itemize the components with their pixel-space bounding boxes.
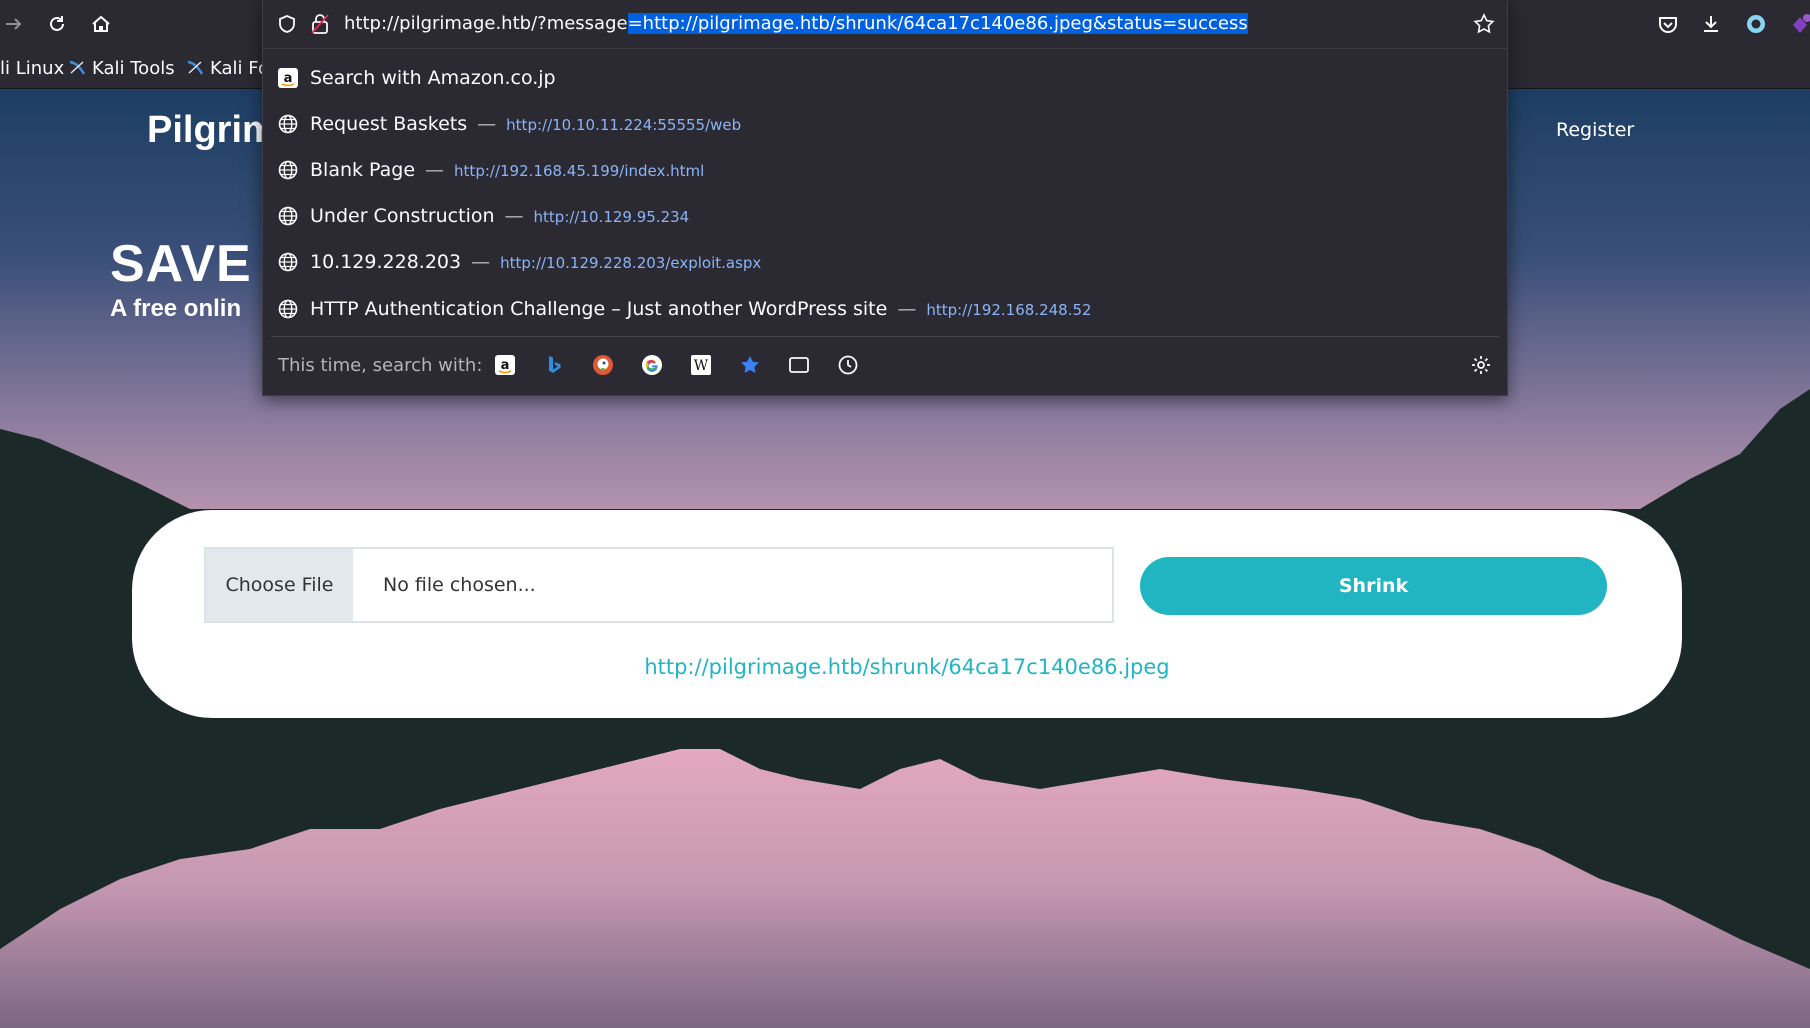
globe-icon — [277, 298, 299, 320]
amazon-icon[interactable]: a — [494, 354, 516, 376]
duckduckgo-icon[interactable] — [592, 354, 614, 376]
svg-text:W: W — [694, 358, 709, 374]
choose-file-button[interactable]: Choose File — [206, 549, 353, 621]
globe-icon — [277, 251, 299, 273]
register-link[interactable]: Register — [1556, 119, 1634, 141]
bookmark-kali-tools[interactable]: Kali Tools — [68, 57, 175, 79]
globe-icon — [277, 159, 299, 181]
dropdown-divider — [271, 336, 1499, 337]
svg-text:a: a — [284, 71, 293, 86]
wikipedia-icon[interactable]: W — [690, 354, 712, 376]
suggestion-url: http://10.10.11.224:55555/web — [506, 116, 742, 134]
hero-subtitle: A free onlin — [110, 295, 242, 322]
suggestion-row[interactable]: Blank Page — http://192.168.45.199/index.h… — [263, 147, 1507, 193]
reload-icon[interactable] — [43, 10, 71, 38]
suggestion-title: 10.129.228.203 — [310, 251, 462, 273]
search-amazon-label: Search with Amazon.co.jp — [310, 67, 556, 89]
urlbar[interactable]: http://pilgrimage.htb/?message=http://pi… — [263, 0, 1507, 49]
suggestion-row[interactable]: Under Construction — http://10.129.95.234 — [263, 193, 1507, 239]
kali-icon — [68, 59, 86, 77]
bookmark-label: li Linux — [0, 57, 65, 79]
separator: — — [477, 113, 497, 135]
insecure-lock-icon[interactable] — [310, 13, 330, 39]
home-icon[interactable] — [87, 10, 115, 38]
history-icon[interactable] — [837, 354, 859, 376]
suggestion-title: Blank Page — [310, 159, 416, 181]
suggestion-row[interactable]: Request Baskets — http://10.10.11.224:5555… — [263, 101, 1507, 147]
suggestion-url: http://192.168.45.199/index.html — [454, 162, 705, 180]
svg-text:a: a — [501, 358, 510, 373]
extension-icon[interactable] — [1742, 10, 1770, 38]
forward-icon[interactable] — [0, 10, 28, 38]
url-text[interactable]: http://pilgrimage.htb/?message=http://pi… — [344, 13, 1248, 34]
pocket-icon[interactable] — [1654, 10, 1682, 38]
amazon-icon: a — [277, 67, 299, 89]
suggestion-row[interactable]: 10.129.228.203 — http://10.129.228.203/exp… — [263, 239, 1507, 285]
shrink-button[interactable]: Shrink — [1140, 557, 1607, 615]
suggestion-row[interactable]: HTTP Authentication Challenge – Just ano… — [263, 286, 1507, 332]
globe-icon — [277, 205, 299, 227]
tabs-icon[interactable] — [788, 354, 810, 376]
separator: — — [425, 159, 445, 181]
bookmark-kali-forums[interactable]: Kali Fo — [186, 57, 269, 79]
url-prefix: http://pilgrimage.htb/?message — [344, 13, 628, 34]
upload-card: Choose File No file chosen... Shrink htt… — [132, 510, 1682, 718]
bookmarks-icon[interactable] — [739, 354, 761, 376]
suggestion-title: Under Construction — [310, 205, 495, 227]
suggestion-title: HTTP Authentication Challenge – Just ano… — [310, 298, 888, 320]
search-settings-icon[interactable] — [1470, 354, 1492, 376]
tracking-protection-icon[interactable] — [277, 14, 297, 38]
bookmark-kali-linux[interactable]: li Linux — [0, 57, 64, 79]
suggestion-url: http://10.129.95.234 — [533, 208, 690, 226]
separator: — — [471, 251, 491, 273]
suggestion-url: http://192.168.248.52 — [926, 301, 1092, 319]
shrunk-image-link[interactable]: http://pilgrimage.htb/shrunk/64ca17c140e… — [132, 655, 1682, 679]
bookmark-label: Kali Tools — [92, 57, 175, 79]
site-brand[interactable]: Pilgrim — [147, 109, 276, 152]
google-icon[interactable] — [641, 354, 663, 376]
suggestion-url: http://10.129.228.203/exploit.aspx — [500, 254, 762, 272]
bookmark-star-icon[interactable] — [1473, 13, 1495, 39]
download-icon[interactable] — [1697, 10, 1725, 38]
separator: — — [504, 205, 524, 227]
globe-icon — [277, 113, 299, 135]
url-selected: =http://pilgrimage.htb/shrunk/64ca17c140… — [627, 13, 1248, 34]
extension-badge-icon[interactable] — [1786, 10, 1810, 38]
kali-icon — [186, 59, 204, 77]
one-off-search-bar: This time, search with: a W — [263, 340, 1507, 392]
suggestion-title: Request Baskets — [310, 113, 468, 135]
separator: — — [897, 298, 917, 320]
search-with-label: This time, search with: — [278, 355, 483, 376]
bing-icon[interactable] — [543, 354, 565, 376]
search-amazon-row[interactable]: a Search with Amazon.co.jp — [263, 55, 1507, 101]
bookmark-label: Kali Fo — [210, 57, 269, 79]
urlbar-dropdown: http://pilgrimage.htb/?message=http://pi… — [262, 0, 1508, 396]
file-name-label: No file chosen... — [383, 574, 536, 596]
file-input[interactable]: Choose File No file chosen... — [204, 547, 1114, 623]
